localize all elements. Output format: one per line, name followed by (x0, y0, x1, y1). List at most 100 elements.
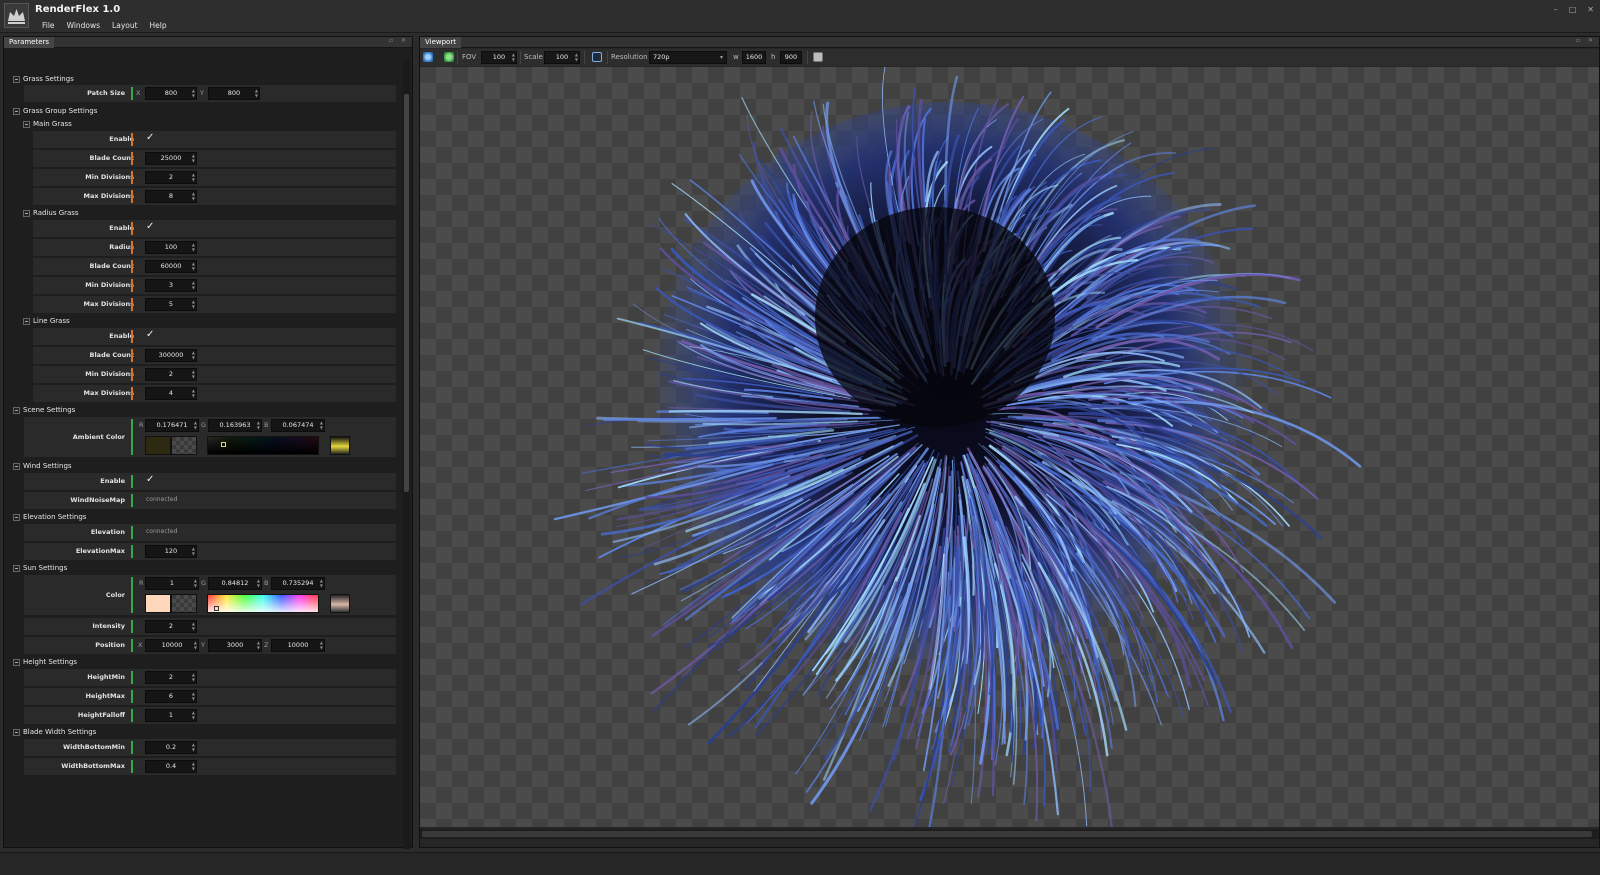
sun-b-input[interactable]: 0.735294 ▲ ▼ (271, 577, 325, 590)
section-line-grass[interactable]: Line Grass (23, 315, 70, 327)
collapse-icon[interactable] (13, 513, 20, 521)
tab-viewport[interactable]: Viewport (420, 37, 461, 48)
sun-color-swatch[interactable] (145, 594, 171, 613)
line-min-div-input[interactable]: 2 ▲ ▼ (145, 368, 197, 381)
collapse-icon[interactable] (13, 658, 20, 666)
sun-position-y-input[interactable]: 3000 ▲ ▼ (208, 639, 262, 652)
maximize-button[interactable]: □ (1569, 5, 1577, 14)
render-icon[interactable] (423, 52, 433, 62)
frame-icon[interactable] (592, 52, 602, 62)
radius-min-div-input[interactable]: 3 ▲ ▼ (145, 279, 197, 292)
menu-file[interactable]: File (36, 21, 61, 30)
param-label: WidthBottomMax (61, 762, 125, 770)
channel-label-r: R (139, 579, 144, 587)
render-canvas[interactable] (420, 67, 1599, 827)
menu-layout[interactable]: Layout (106, 21, 144, 30)
ambient-color-swatch[interactable] (145, 436, 171, 455)
section-sun-settings[interactable]: Sun Settings (13, 562, 67, 574)
fov-input[interactable]: 100 ▲ ▼ (481, 51, 517, 64)
sun-intensity-input[interactable]: 2 ▲ ▼ (145, 620, 197, 633)
collapse-icon[interactable] (23, 317, 30, 325)
scrollbar-thumb[interactable] (404, 94, 409, 492)
parameters-scrollbar[interactable] (403, 59, 410, 849)
radius-input[interactable]: 100 ▲ ▼ (145, 241, 197, 254)
collapse-icon[interactable] (23, 120, 30, 128)
sun-r-input[interactable]: 1 ▲ ▼ (145, 577, 199, 590)
ambient-color-picker[interactable] (207, 436, 319, 455)
collapse-icon[interactable] (13, 462, 20, 470)
section-title: Grass Group Settings (23, 107, 98, 115)
param-label: Min Divisions (85, 370, 134, 378)
ambient-r-input[interactable]: 0.176471 ▲ ▼ (145, 419, 199, 432)
row-wind-noise-map: WindNoiseMap connected (24, 492, 396, 509)
main-min-div-input[interactable]: 2 ▲ ▼ (145, 171, 197, 184)
main-enable-checkbox[interactable]: ✓ (146, 132, 154, 143)
sun-hue-slider[interactable] (330, 594, 350, 613)
wind-enable-checkbox[interactable]: ✓ (146, 474, 154, 485)
sun-g-input[interactable]: 0.84812 ▲ ▼ (208, 577, 262, 590)
section-radius-grass[interactable]: Radius Grass (23, 207, 79, 219)
param-label: Patch Size (87, 89, 125, 97)
menu-help[interactable]: Help (144, 21, 173, 30)
collapse-icon[interactable] (13, 107, 20, 115)
ambient-g-input[interactable]: 0.163963 ▲ ▼ (208, 419, 262, 432)
collapse-icon[interactable] (13, 75, 20, 83)
height-input[interactable]: 900 (780, 51, 802, 64)
collapse-icon[interactable] (13, 406, 20, 414)
picker-handle[interactable] (214, 606, 219, 611)
param-marker (131, 760, 133, 773)
toolbar-separator (520, 51, 521, 64)
width-bottom-min-input[interactable]: 0.2 ▲ ▼ (145, 741, 197, 754)
section-height-settings[interactable]: Height Settings (13, 656, 77, 668)
scrollbar-thumb[interactable] (422, 831, 1592, 837)
tab-parameters[interactable]: Parameters (4, 37, 55, 48)
picker-handle[interactable] (221, 442, 226, 447)
height-max-input[interactable]: 6 ▲ ▼ (145, 690, 197, 703)
line-max-div-input[interactable]: 4 ▲ ▼ (145, 387, 197, 400)
section-wind-settings[interactable]: Wind Settings (13, 460, 72, 472)
section-main-grass[interactable]: Main Grass (23, 118, 72, 130)
section-elevation-settings[interactable]: Elevation Settings (13, 511, 86, 523)
ambient-hue-slider[interactable] (330, 436, 350, 455)
scale-input[interactable]: 100 ▲ ▼ (544, 51, 580, 64)
panel-float-close-icon[interactable]: ▫ ✕ (389, 37, 409, 44)
viewport-scrollbar[interactable] (420, 829, 1599, 839)
width-bottom-max-input[interactable]: 0.4 ▲ ▼ (145, 760, 197, 773)
patch-size-y-input[interactable]: 800 ▲ ▼ (208, 87, 260, 100)
panel-float-close-icon[interactable]: ▫ ✕ (1576, 37, 1596, 44)
minimize-button[interactable]: – (1554, 5, 1558, 14)
param-marker (131, 190, 133, 203)
radius-max-div-input[interactable]: 5 ▲ ▼ (145, 298, 197, 311)
main-max-div-input[interactable]: 8 ▲ ▼ (145, 190, 197, 203)
main-blade-count-input[interactable]: 25000 ▲ ▼ (145, 152, 197, 165)
sun-position-x-input[interactable]: 10000 ▲ ▼ (145, 639, 199, 652)
elevation-max-input[interactable]: 120 ▲ ▼ (145, 545, 197, 558)
height-falloff-input[interactable]: 1 ▲ ▼ (145, 709, 197, 722)
section-grass-group-settings[interactable]: Grass Group Settings (13, 105, 97, 117)
param-marker (131, 368, 133, 381)
sun-position-z-input[interactable]: 10000 ▲ ▼ (271, 639, 325, 652)
ambient-b-input[interactable]: 0.067474 ▲ ▼ (271, 419, 325, 432)
patch-size-x-input[interactable]: 800 ▲ ▼ (145, 87, 197, 100)
chevron-down-icon: ▾ (719, 54, 723, 61)
collapse-icon[interactable] (13, 728, 20, 736)
radius-blade-count-input[interactable]: 60000 ▲ ▼ (145, 260, 197, 273)
collapse-icon[interactable] (13, 564, 20, 572)
section-grass-settings[interactable]: Grass Settings (13, 73, 74, 85)
height-min-input[interactable]: 2 ▲ ▼ (145, 671, 197, 684)
section-scene-settings[interactable]: Scene Settings (13, 404, 75, 416)
snapshot-icon[interactable] (813, 52, 823, 62)
width-input[interactable]: 1600 (742, 51, 766, 64)
line-blade-count-input[interactable]: 300000 ▲ ▼ (145, 349, 197, 362)
line-enable-checkbox[interactable]: ✓ (146, 329, 154, 340)
radius-enable-checkbox[interactable]: ✓ (146, 221, 154, 232)
camera-icon[interactable] (444, 52, 454, 62)
sun-color-picker[interactable] (207, 594, 319, 613)
row-radius-enable: Enable ✓ (33, 220, 396, 237)
close-button[interactable]: ✕ (1587, 5, 1594, 14)
collapse-icon[interactable] (23, 209, 30, 217)
section-blade-width-settings[interactable]: Blade Width Settings (13, 726, 96, 738)
resolution-select[interactable]: 720p ▾ (649, 51, 727, 64)
param-label: Enable (100, 477, 125, 485)
menu-windows[interactable]: Windows (61, 21, 106, 30)
